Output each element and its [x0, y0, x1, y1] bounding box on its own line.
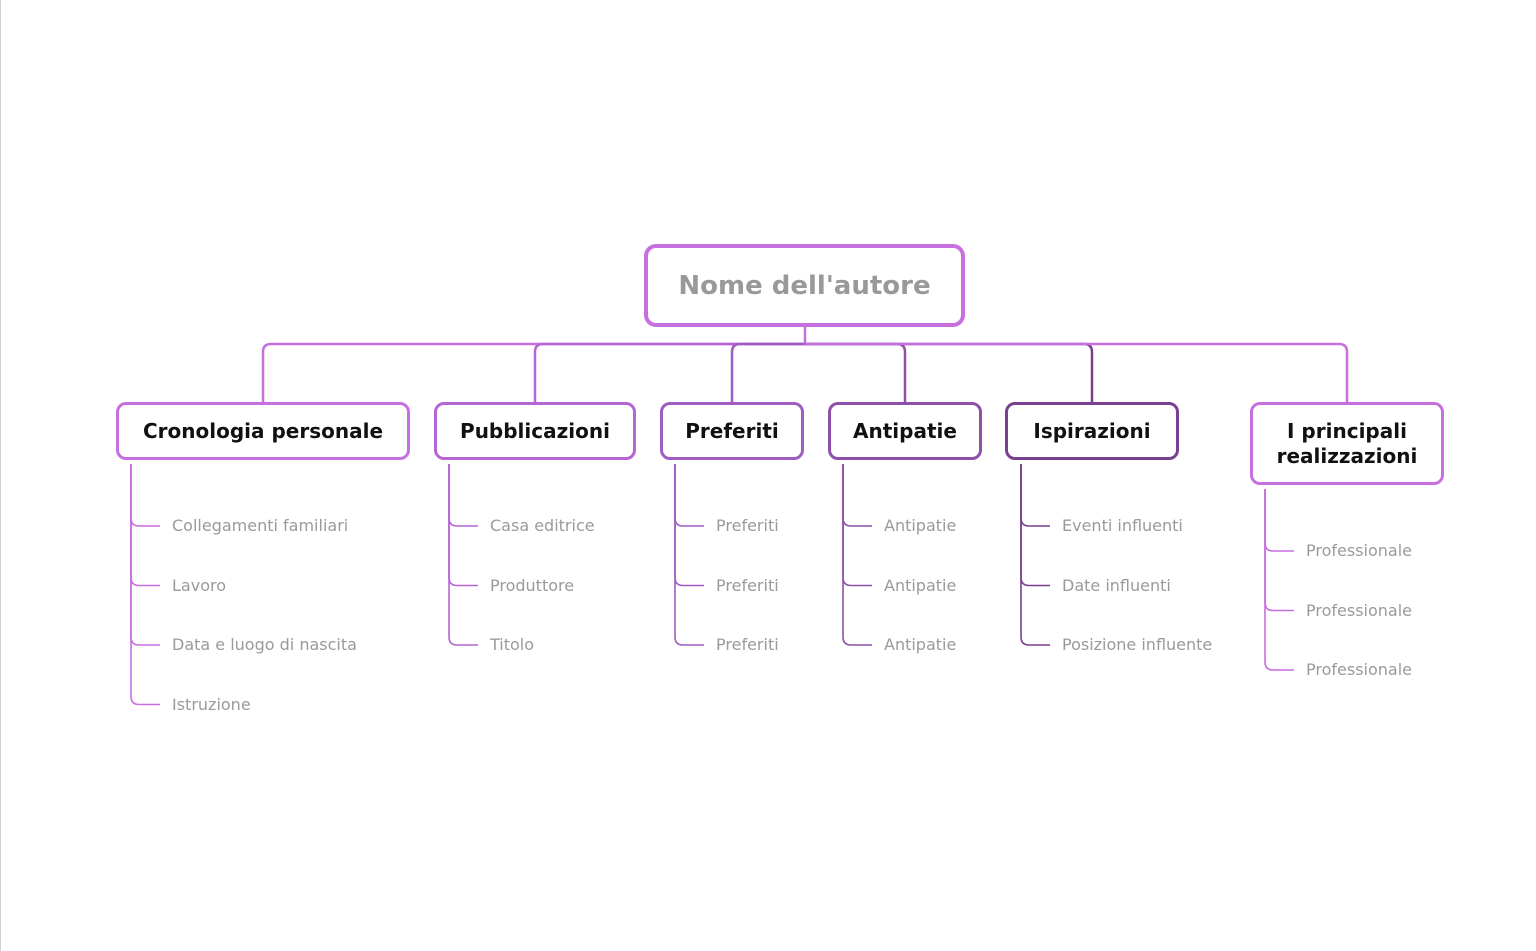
leaf-node[interactable]: Data e luogo di nascita — [172, 635, 357, 655]
leaf-node[interactable]: Casa editrice — [490, 516, 595, 536]
leaf-node[interactable]: Antipatie — [884, 576, 956, 596]
leaf-connector — [1020, 464, 1050, 527]
leaf-connector — [130, 464, 160, 646]
leaf-node[interactable]: Collegamenti familiari — [172, 516, 348, 536]
branch-node[interactable]: Antipatie — [828, 402, 982, 460]
branch-node-label: I principali realizzazioni — [1276, 418, 1418, 468]
leaf-node[interactable]: Antipatie — [884, 635, 956, 655]
leaf-node[interactable]: Produttore — [490, 576, 574, 596]
leaf-connector — [674, 464, 704, 527]
leaf-node[interactable]: Professionale — [1306, 541, 1412, 561]
leaf-connector — [448, 464, 478, 527]
branch-connector — [805, 342, 907, 402]
branch-node[interactable]: Pubblicazioni — [434, 402, 636, 460]
leaf-connector — [674, 464, 704, 646]
leaf-connector — [1264, 489, 1294, 671]
branch-node[interactable]: I principali realizzazioni — [1250, 402, 1444, 485]
leaf-connector — [448, 464, 478, 646]
branch-node[interactable]: Ispirazioni — [1005, 402, 1179, 460]
branch-connector — [805, 342, 1094, 402]
leaf-connector — [842, 464, 872, 527]
leaf-node[interactable]: Lavoro — [172, 576, 226, 596]
branch-node-label: Ispirazioni — [1033, 418, 1151, 443]
leaf-node[interactable]: Professionale — [1306, 601, 1412, 621]
leaf-connector — [842, 464, 872, 646]
leaf-node[interactable]: Eventi influenti — [1062, 516, 1183, 536]
branch-node-label: Antipatie — [853, 418, 957, 443]
leaf-node[interactable]: Professionale — [1306, 660, 1412, 680]
branch-node[interactable]: Cronologia personale — [116, 402, 410, 460]
leaf-connector — [1264, 489, 1294, 552]
leaf-node[interactable]: Posizione influente — [1062, 635, 1212, 655]
branch-connector — [730, 342, 805, 402]
leaf-node[interactable]: Istruzione — [172, 695, 251, 715]
leaf-node[interactable]: Preferiti — [716, 635, 779, 655]
branch-node-label: Cronologia personale — [142, 418, 384, 443]
leaf-connector — [1020, 464, 1050, 646]
branch-node[interactable]: Preferiti — [660, 402, 804, 460]
leaf-node[interactable]: Date influenti — [1062, 576, 1171, 596]
leaf-node[interactable]: Preferiti — [716, 516, 779, 536]
leaf-connector — [130, 464, 160, 527]
leaf-node[interactable]: Titolo — [490, 635, 534, 655]
leaf-node[interactable]: Preferiti — [716, 576, 779, 596]
root-node[interactable]: Nome dell'autore — [644, 244, 965, 327]
branch-connector — [805, 342, 1349, 402]
branch-node-label: Preferiti — [685, 418, 779, 443]
root-node-label: Nome dell'autore — [678, 270, 931, 301]
branch-connector — [533, 342, 805, 402]
branch-node-label: Pubblicazioni — [460, 418, 610, 443]
leaf-node[interactable]: Antipatie — [884, 516, 956, 536]
